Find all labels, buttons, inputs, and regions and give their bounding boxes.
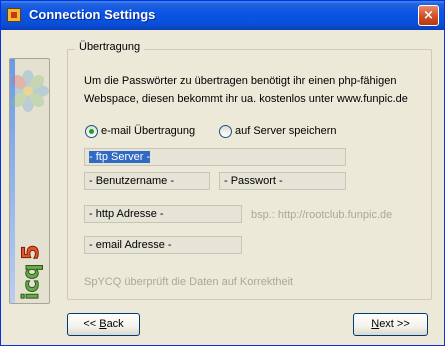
next-button[interactable]: Next >> [353, 313, 428, 336]
email-address-input[interactable]: - email Adresse - [84, 236, 242, 254]
close-button[interactable]: × [418, 5, 439, 26]
username-input[interactable]: - Benutzername - [84, 172, 210, 190]
window-title: Connection Settings [29, 7, 156, 22]
back-button-prefix: << [83, 318, 100, 330]
next-button-suffix: ext >> [379, 318, 410, 330]
radio-email-transfer[interactable] [85, 125, 98, 138]
icq-flower-icon [10, 70, 49, 112]
connection-settings-window: Connection Settings × icq 5 Übertragung … [0, 0, 445, 346]
password-input[interactable]: - Passwort - [219, 172, 346, 190]
svg-text:5: 5 [19, 245, 44, 260]
ftp-server-value: - ftp Server - [89, 151, 151, 163]
back-button-suffix: ack [106, 318, 124, 330]
radio-save-on-server[interactable] [219, 125, 232, 138]
svg-text:icq: icq [19, 264, 44, 300]
radio-email-transfer-label[interactable]: e-mail Übertragung [101, 125, 195, 137]
back-button-access-key: B [99, 318, 107, 330]
app-icon [7, 8, 21, 22]
ftp-server-input[interactable]: - ftp Server - [84, 148, 346, 166]
info-text-line2: Webspace, diesen bekommt ihr ua. kostenl… [84, 93, 408, 105]
http-address-input[interactable]: - http Adresse - [84, 205, 242, 223]
title-bar[interactable]: Connection Settings × [1, 1, 444, 30]
icq5-logo: icq 5 [19, 244, 45, 300]
groupbox-legend: Übertragung [75, 41, 145, 53]
http-address-hint: bsp.: http://rootclub.funpic.de [251, 209, 393, 221]
info-text-line1: Um die Passwörter zu übertragen benötigt… [84, 75, 397, 87]
side-branding-panel: icq 5 [9, 58, 50, 304]
next-button-access-key: N [371, 318, 380, 330]
back-button[interactable]: << Back [67, 313, 140, 336]
validation-status-text: SpYCQ überprüft die Daten auf Korrekthei… [84, 276, 294, 288]
radio-save-on-server-label[interactable]: auf Server speichern [235, 125, 337, 137]
